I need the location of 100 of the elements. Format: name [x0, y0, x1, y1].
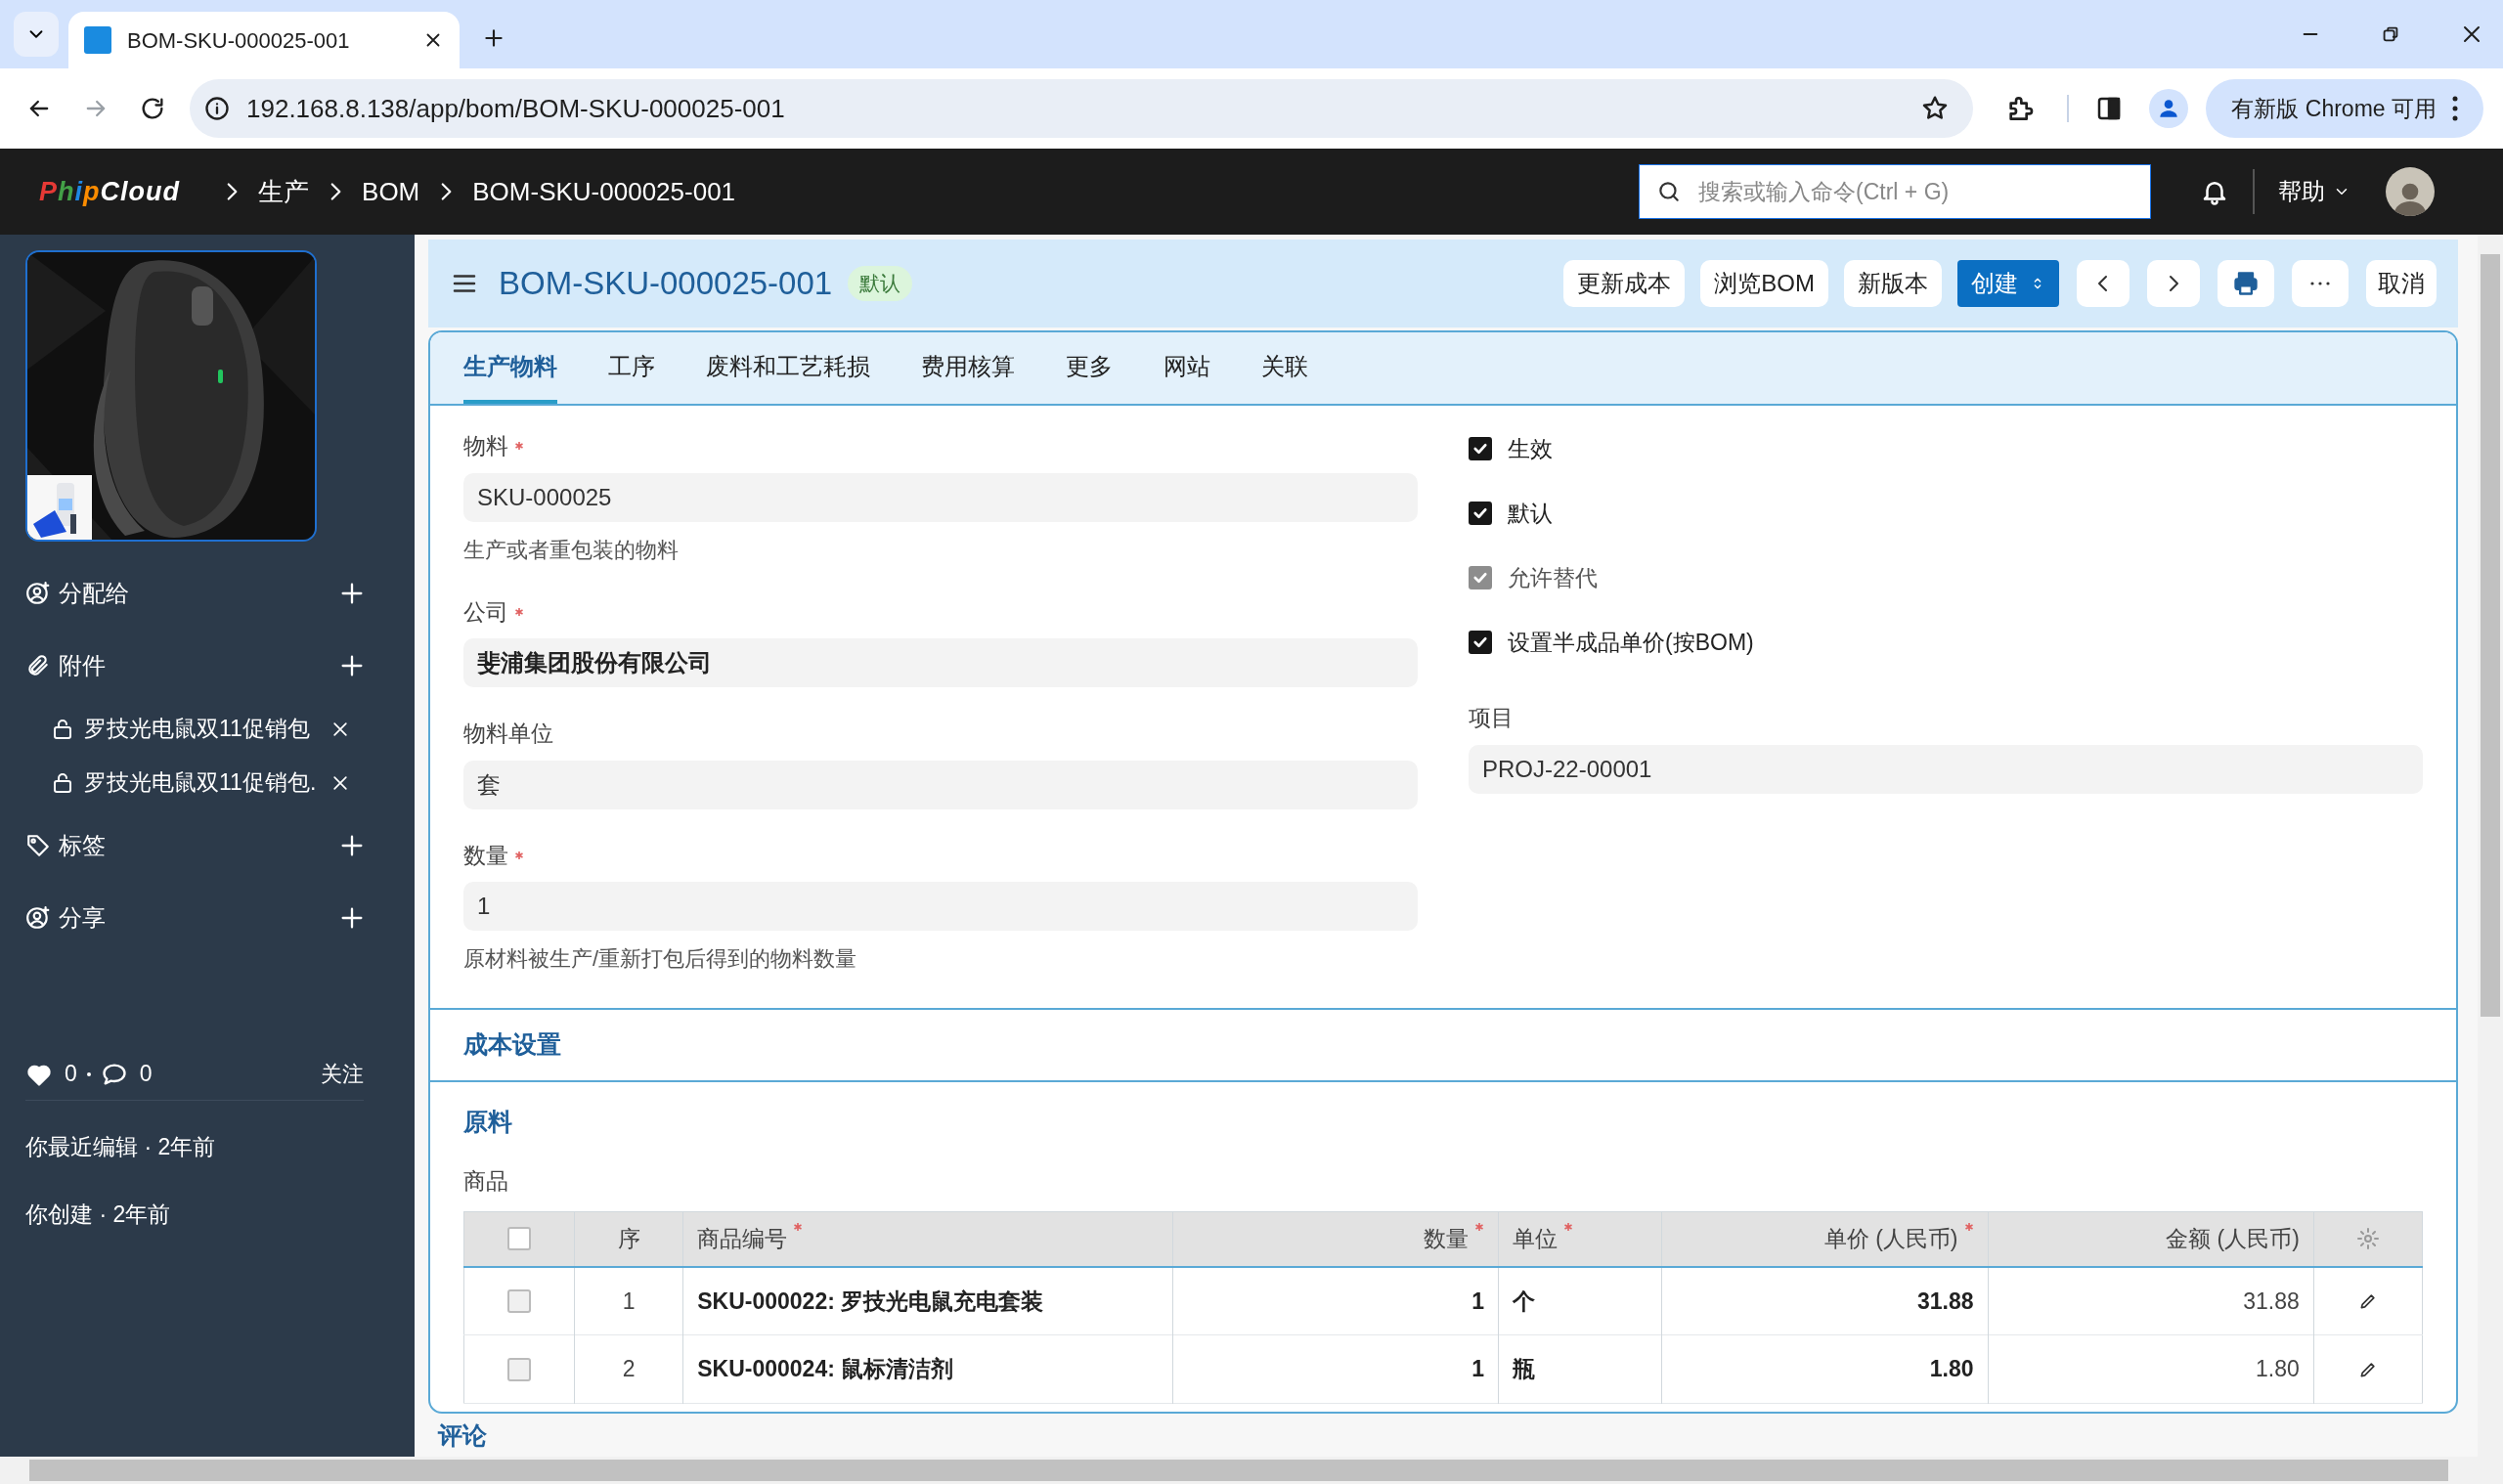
- form-tab[interactable]: 关联: [1261, 332, 1308, 404]
- checkbox[interactable]: [1469, 502, 1492, 525]
- search-field[interactable]: 搜索或输入命令(Ctrl + G): [1639, 164, 2151, 219]
- url-text: 192.168.8.138/app/bom/BOM-SKU-000025-001: [246, 92, 786, 125]
- avatar[interactable]: [2386, 167, 2435, 216]
- checkbox[interactable]: [507, 1357, 532, 1381]
- action-button[interactable]: 更新成本: [1563, 260, 1686, 307]
- section-heading[interactable]: 成本设置: [463, 1026, 561, 1064]
- tag-icon: [25, 833, 51, 858]
- checkbox-label: 设置半成品单价(按BOM): [1508, 628, 1754, 657]
- section-heading: 评论: [438, 1420, 488, 1451]
- table-cell: 1: [1172, 1266, 1499, 1335]
- address-bar[interactable]: 192.168.8.138/app/bom/BOM-SKU-000025-001: [190, 79, 1974, 138]
- horizontal-scrollbar[interactable]: [0, 1457, 2478, 1484]
- attachment-link[interactable]: 罗技光电鼠双11促销包.: [84, 765, 319, 800]
- update-chrome-button[interactable]: 有新版 Chrome 可用: [2206, 79, 2483, 138]
- help-menu[interactable]: 帮助: [2278, 174, 2350, 209]
- breadcrumb-link[interactable]: BOM: [362, 172, 420, 211]
- search-icon: [1656, 179, 1682, 204]
- paperclip-icon: [25, 653, 51, 678]
- table-cell: 1: [574, 1266, 683, 1335]
- app-logo[interactable]: PhipCloud: [39, 171, 181, 212]
- checkbox[interactable]: [1469, 631, 1492, 654]
- sidebar-section-label: 标签: [59, 831, 107, 860]
- column-header: 单价 (人民币): [1661, 1211, 1988, 1267]
- more-icon: [2310, 282, 2330, 285]
- printer-icon: [2232, 270, 2260, 297]
- table-cell: SKU-000022: 罗技光电鼠充电套装: [682, 1266, 1173, 1335]
- field-label: 数量: [463, 838, 1418, 872]
- form-tab[interactable]: 网站: [1164, 332, 1210, 404]
- activity-text: 你最近编辑 · 2年前: [25, 1133, 217, 1161]
- field-description: 原材料被生产/重新打包后得到的物料数量: [463, 945, 858, 973]
- required-icon: [514, 606, 524, 617]
- activity-text: 你创建 · 2年前: [25, 1200, 172, 1229]
- checkbox[interactable]: [507, 1227, 532, 1251]
- browser-tab[interactable]: BOM-SKU-000025-001: [68, 12, 460, 68]
- column-header: 数量: [1172, 1211, 1499, 1267]
- table-cell: 个: [1498, 1266, 1662, 1335]
- more-vertical-icon: [2452, 96, 2458, 121]
- breadcrumb-link[interactable]: BOM-SKU-000025-001: [472, 172, 736, 211]
- column-header: 序: [574, 1211, 683, 1267]
- required-icon: [1963, 1222, 1974, 1232]
- table-cell: 1: [1172, 1334, 1499, 1404]
- action-button[interactable]: 浏览BOM: [1700, 260, 1828, 307]
- table-cell: SKU-000024: 鼠标清洁剂: [682, 1334, 1173, 1404]
- column-header: 金额 (人民币): [1988, 1211, 2314, 1267]
- lock-icon: [51, 717, 74, 741]
- column-settings-cell[interactable]: [2313, 1211, 2423, 1267]
- form-tab[interactable]: 更多: [1066, 332, 1113, 404]
- required-icon: [793, 1222, 804, 1232]
- attachment-link[interactable]: 罗技光电鼠双11促销包: [84, 712, 319, 746]
- checkbox-label: 允许替代: [1508, 563, 1598, 592]
- table-cell: 瓶: [1498, 1334, 1662, 1404]
- field-label: 物料: [463, 429, 1418, 463]
- table-label: 商品: [463, 1166, 509, 1196]
- required-icon: [514, 441, 524, 452]
- table-cell: 31.88: [1988, 1266, 2314, 1335]
- sidebar-section-label: 分配给: [59, 579, 130, 608]
- column-header: 商品编号: [682, 1211, 1173, 1267]
- checkbox-label: 默认: [1508, 499, 1553, 528]
- cancel-button[interactable]: 取消: [2366, 260, 2437, 307]
- lock-icon: [51, 770, 74, 795]
- input-field[interactable]: 套: [463, 760, 1418, 809]
- checkbox[interactable]: [507, 1288, 532, 1313]
- breadcrumb-link[interactable]: 生产: [258, 172, 310, 211]
- user-plus-icon: [25, 905, 51, 931]
- form-tab[interactable]: 工序: [608, 332, 655, 404]
- table-cell: 1.80: [1988, 1334, 2314, 1404]
- form-tab[interactable]: 生产物料: [463, 332, 557, 404]
- input-field[interactable]: 1: [463, 882, 1418, 931]
- print-button[interactable]: [2218, 260, 2274, 307]
- sidebar-section-label: 附件: [59, 651, 107, 680]
- like-count: 0: [65, 1060, 77, 1089]
- user-plus-icon: [25, 581, 51, 606]
- form-tab[interactable]: 费用核算: [921, 332, 1015, 404]
- form-tab[interactable]: 废料和工艺耗损: [706, 332, 870, 404]
- sidebar-section-label: 分享: [59, 903, 107, 933]
- comment-count: 0: [139, 1060, 154, 1089]
- required-icon: [1563, 1222, 1574, 1232]
- input-field[interactable]: SKU-000025: [463, 472, 1418, 522]
- action-button[interactable]: 新版本: [1844, 260, 1942, 307]
- follow-link[interactable]: 关注: [321, 1058, 364, 1090]
- info-icon: [203, 95, 231, 122]
- required-icon: [514, 850, 524, 860]
- section-heading[interactable]: 原料: [463, 1104, 2423, 1141]
- field-label: 公司: [463, 594, 1418, 629]
- tab-title: BOM-SKU-000025-001: [127, 26, 351, 55]
- checkbox[interactable]: [1469, 437, 1492, 460]
- input-field[interactable]: 斐浦集团股份有限公司: [463, 638, 1418, 687]
- table-cell: 2: [574, 1334, 683, 1404]
- field-description: 生产或者重包装的物料: [463, 536, 680, 564]
- field-label: 项目: [1469, 704, 1515, 732]
- table-cell: 1.80: [1661, 1334, 1988, 1404]
- create-button[interactable]: 创建: [1957, 260, 2059, 307]
- input-field[interactable]: PROJ-22-00001: [1469, 744, 2423, 794]
- checkbox-label: 生效: [1508, 434, 1553, 463]
- site-favicon-icon: [84, 26, 111, 54]
- field-label: 物料单位: [463, 720, 554, 748]
- vertical-scrollbar[interactable]: [2478, 235, 2503, 1484]
- profile-icon[interactable]: [2149, 89, 2189, 128]
